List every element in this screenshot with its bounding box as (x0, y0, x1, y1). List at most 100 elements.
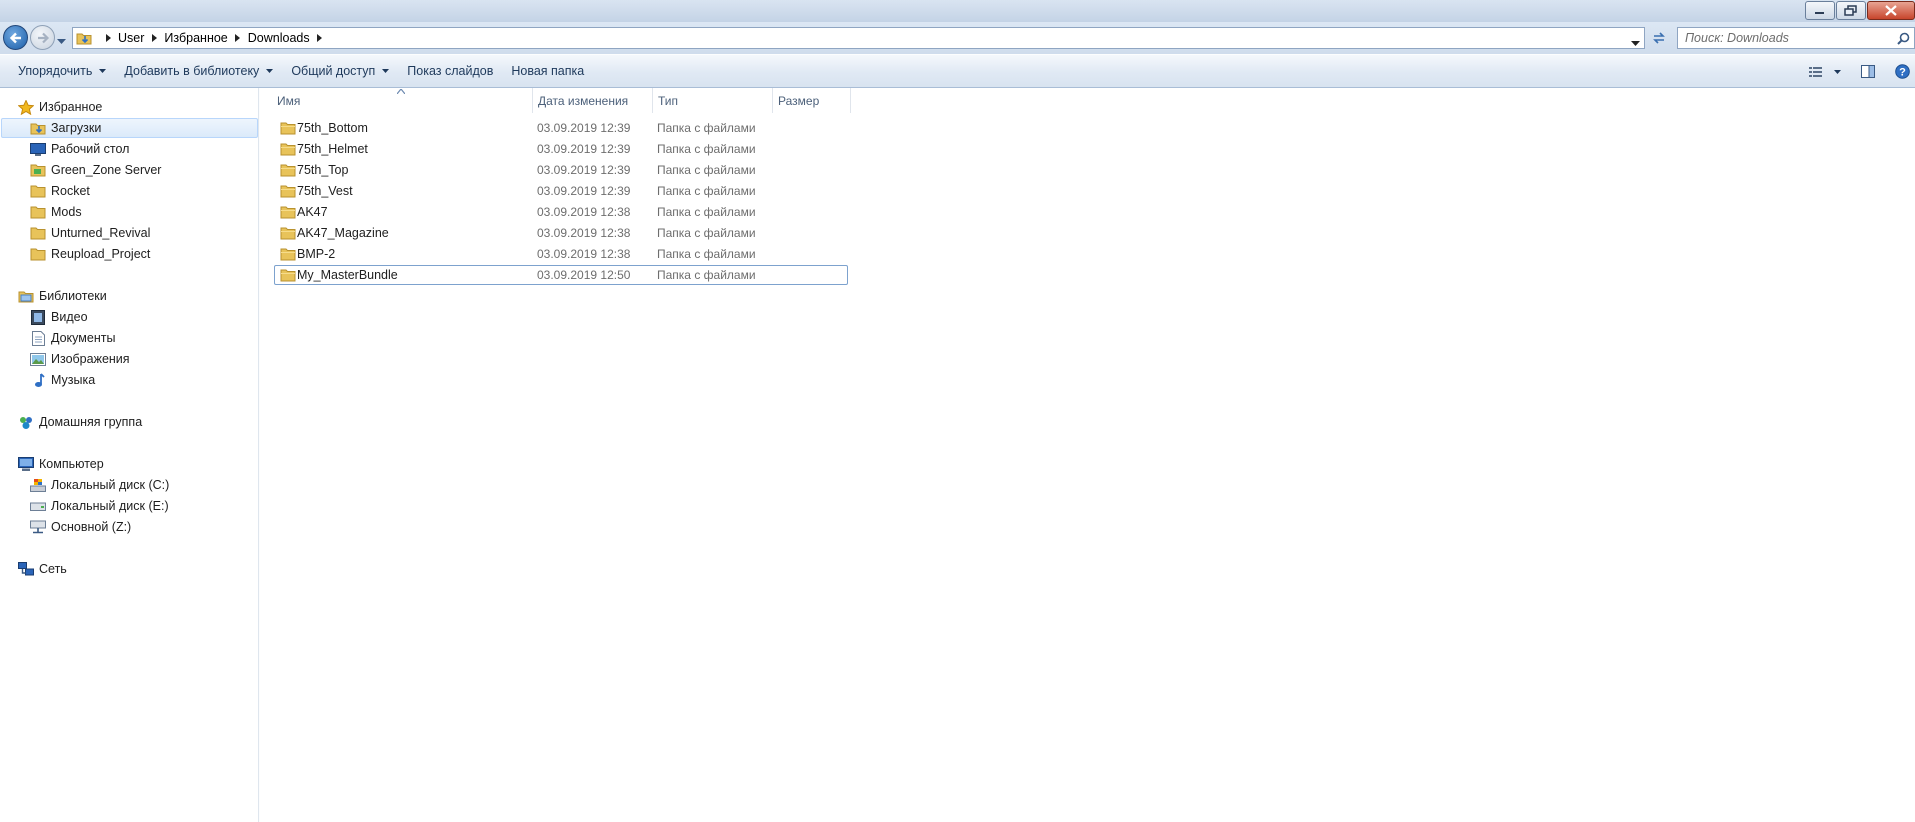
back-button[interactable] (3, 25, 28, 50)
nav-item-music[interactable]: Музыка (30, 370, 95, 390)
restore-icon (1844, 5, 1857, 16)
column-divider[interactable] (532, 88, 533, 113)
search-box[interactable] (1677, 27, 1915, 49)
breadcrumb-separator-icon[interactable] (103, 28, 113, 48)
column-header-size-label: Размер (778, 93, 820, 108)
nav-item-label: Unturned_Revival (51, 226, 151, 240)
nav-homegroup[interactable]: Домашняя группа (18, 412, 142, 432)
downloads-folder-icon (30, 120, 46, 136)
file-row[interactable]: 75th_Bottom 03.09.2019 12:39 Папка с фай… (274, 118, 848, 138)
breadcrumb-separator-icon[interactable] (315, 28, 325, 48)
nav-item-label: Mods (51, 205, 82, 219)
nav-item-label: Изображения (51, 352, 130, 366)
nav-item-rocket[interactable]: Rocket (30, 181, 90, 201)
recent-pages-dropdown[interactable] (57, 34, 66, 48)
change-view-button[interactable] (1805, 60, 1827, 84)
folder-icon (280, 269, 296, 282)
nav-item-documents[interactable]: Документы (30, 328, 115, 348)
nav-computer[interactable]: Компьютер (18, 454, 104, 474)
column-divider[interactable] (772, 88, 773, 113)
nav-item-label: Green_Zone Server (51, 163, 162, 177)
file-row[interactable]: 75th_Top 03.09.2019 12:39 Папка с файлам… (274, 160, 848, 180)
refresh-button[interactable] (1649, 27, 1669, 49)
forward-button[interactable] (30, 25, 55, 50)
nav-item-downloads[interactable]: Загрузки (1, 118, 258, 138)
column-divider[interactable] (652, 88, 653, 113)
minimize-button[interactable] (1805, 1, 1835, 20)
add-to-library-menu[interactable]: Добавить в библиотеку (115, 59, 282, 83)
restore-button[interactable] (1836, 1, 1866, 20)
nav-network-label: Сеть (39, 562, 67, 576)
file-date: 03.09.2019 12:38 (537, 247, 631, 261)
nav-favorites-label: Избранное (39, 100, 103, 114)
drive-icon (30, 498, 46, 514)
file-row[interactable]: BMP-2 03.09.2019 12:38 Папка с файлами (274, 244, 848, 264)
nav-item-green-zone-server[interactable]: Green_Zone Server (30, 160, 161, 180)
library-icon (18, 288, 34, 304)
nav-item-label: Локальный диск (C:) (51, 478, 170, 492)
file-name: AK47_Magazine (297, 226, 389, 240)
column-divider[interactable] (850, 88, 851, 113)
nav-item-drive-e[interactable]: Локальный диск (E:) (30, 496, 169, 516)
file-list-pane: Имя Дата изменения Тип Размер 75th_Botto… (260, 88, 1915, 822)
nav-item-desktop[interactable]: Рабочий стол (30, 139, 129, 159)
file-row[interactable]: 75th_Vest 03.09.2019 12:39 Папка с файла… (274, 181, 848, 201)
file-row[interactable]: 75th_Helmet 03.09.2019 12:39 Папка с фай… (274, 139, 848, 159)
nav-item-drive-z[interactable]: Основной (Z:) (30, 517, 131, 537)
breadcrumb-item-favorites[interactable]: Избранное (164, 31, 227, 45)
breadcrumb-separator-icon[interactable] (149, 28, 159, 48)
breadcrumb-separator-icon[interactable] (233, 28, 243, 48)
share-menu[interactable]: Общий доступ (282, 59, 398, 83)
file-name: 75th_Bottom (297, 121, 368, 135)
nav-favorites[interactable]: Избранное (18, 97, 102, 117)
file-type: Папка с файлами (657, 142, 756, 156)
nav-item-label: Документы (51, 331, 116, 345)
file-date: 03.09.2019 12:39 (537, 184, 631, 198)
folder-icon (280, 122, 296, 135)
folder-icon (280, 227, 296, 240)
preview-pane-button[interactable] (1847, 60, 1889, 84)
network-icon (18, 561, 34, 577)
minimize-icon (1815, 11, 1824, 14)
nav-network[interactable]: Сеть (18, 559, 67, 579)
organize-menu[interactable]: Упорядочить (9, 59, 115, 83)
homegroup-icon (18, 414, 34, 430)
address-history-dropdown[interactable] (1631, 36, 1640, 50)
new-folder-button[interactable]: Новая папка (502, 59, 593, 83)
column-header-date[interactable]: Дата изменения (538, 88, 648, 113)
computer-icon (18, 456, 34, 472)
folder-icon (280, 185, 296, 198)
file-row[interactable]: AK47 03.09.2019 12:38 Папка с файлами (274, 202, 848, 222)
nav-item-video[interactable]: Видео (30, 307, 88, 327)
breadcrumb-item-downloads[interactable]: Downloads (248, 31, 310, 45)
file-type: Папка с файлами (657, 226, 756, 240)
file-name: 75th_Vest (297, 184, 353, 198)
address-bar[interactable]: User Избранное Downloads (72, 27, 1645, 49)
nav-item-unturned-revival[interactable]: Unturned_Revival (30, 223, 150, 243)
slideshow-button[interactable]: Показ слайдов (398, 59, 502, 83)
file-type: Папка с файлами (657, 205, 756, 219)
column-header-date-label: Дата изменения (538, 93, 629, 108)
more-views-dropdown[interactable] (1827, 60, 1847, 84)
nav-item-drive-c[interactable]: Локальный диск (C:) (30, 475, 169, 495)
nav-item-label: Rocket (51, 184, 90, 198)
nav-item-mods[interactable]: Mods (30, 202, 82, 222)
breadcrumb-item-user[interactable]: User (118, 31, 144, 45)
search-icon[interactable] (1897, 32, 1910, 45)
chevron-down-icon (57, 39, 66, 44)
column-header-size[interactable]: Размер (778, 88, 848, 113)
close-button[interactable] (1867, 1, 1915, 20)
help-button[interactable]: ? (1889, 60, 1915, 84)
column-header-type[interactable]: Тип (658, 88, 773, 113)
nav-item-pictures[interactable]: Изображения (30, 349, 130, 369)
file-row[interactable]: My_MasterBundle 03.09.2019 12:50 Папка с… (274, 265, 848, 285)
video-icon (30, 309, 46, 325)
add-to-library-label: Добавить в библиотеку (124, 64, 260, 78)
nav-libraries[interactable]: Библиотеки (18, 286, 107, 306)
nav-item-reupload-project[interactable]: Reupload_Project (30, 244, 150, 264)
search-input[interactable] (1685, 31, 1885, 45)
downloads-folder-icon (76, 33, 92, 45)
view-controls: ? (1805, 55, 1915, 88)
sort-ascending-icon (397, 89, 405, 94)
file-row[interactable]: AK47_Magazine 03.09.2019 12:38 Папка с ф… (274, 223, 848, 243)
